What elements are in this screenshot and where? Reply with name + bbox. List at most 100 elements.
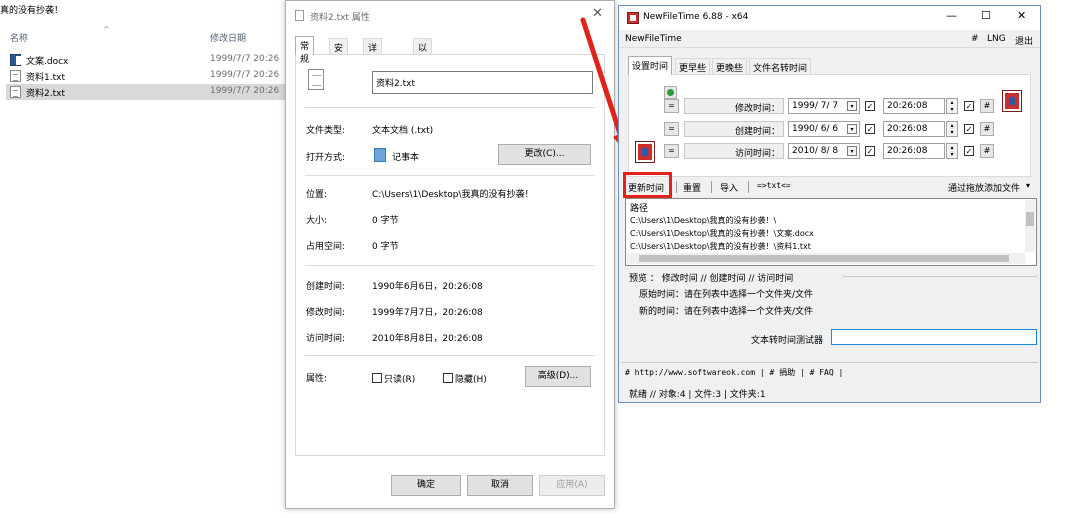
menu-hash[interactable]: # <box>971 34 979 44</box>
import-button[interactable]: 导入 <box>720 181 738 194</box>
ok-button[interactable]: 确定 <box>391 475 461 496</box>
column-header-date[interactable]: 修改日期 <box>210 31 246 44</box>
scroll-thumb[interactable] <box>639 255 1009 262</box>
readonly-checkbox[interactable] <box>372 373 382 383</box>
minimize-icon[interactable]: — <box>946 9 957 22</box>
text-file-icon <box>308 69 324 90</box>
hidden-checkbox[interactable] <box>443 373 453 383</box>
dialog-title: 资料2.txt 属性 <box>310 13 370 23</box>
cancel-button[interactable]: 取消 <box>467 475 533 496</box>
calendar-icon[interactable]: ▾ <box>847 146 857 156</box>
size-label: 大小: <box>306 216 328 226</box>
tab-details[interactable]: 详细信息 <box>363 38 383 93</box>
column-header-name[interactable]: 名称 <box>10 31 28 44</box>
dropdown-icon[interactable]: ▾ <box>1026 181 1030 190</box>
opens-with-value: 记事本 <box>392 153 420 163</box>
scroll-thumb[interactable] <box>1026 212 1034 226</box>
time-label: 访问时间： <box>684 143 784 159</box>
opens-with-label: 打开方式: <box>306 153 346 163</box>
text-to-time-tester-input[interactable] <box>831 329 1037 345</box>
accessed-label: 访问时间: <box>306 334 346 344</box>
file-name: 资料2.txt <box>26 89 65 99</box>
date-value: 2010/ 8/ 8 <box>792 146 839 156</box>
time-checkbox[interactable]: ✓ <box>964 124 974 134</box>
general-panel <box>295 54 605 456</box>
time-field[interactable]: 20:26:08 <box>883 98 945 114</box>
new-time-text: 新的时间：请在列表中选择一个文件夹/文件 <box>639 307 814 317</box>
hash-button[interactable]: # <box>980 99 994 113</box>
toolbar-separator <box>748 181 749 193</box>
equals-button[interactable]: = <box>664 122 679 136</box>
list-item[interactable]: C:\Users\1\Desktop\我真的没有抄袭！\ <box>630 215 776 226</box>
calendar-icon[interactable]: ▾ <box>847 124 857 134</box>
date-picker[interactable]: 2010/ 8/ 8 ▾ <box>788 143 860 159</box>
toolbar-separator <box>711 181 712 193</box>
hash-button[interactable]: # <box>980 144 994 158</box>
sort-indicator-icon: ^ <box>103 25 110 34</box>
time-field[interactable]: 20:26:08 <box>883 143 945 159</box>
tab-earlier[interactable]: 更早些 <box>675 58 711 74</box>
divider <box>305 175 595 176</box>
horizontal-scrollbar[interactable] <box>627 253 1025 264</box>
list-header-path: 路径 <box>630 204 649 214</box>
tab-set-time[interactable]: 设置时间 <box>628 56 673 75</box>
file-row-selected[interactable]: 资料2.txt 1999/7/7 20:26 <box>6 84 290 100</box>
file-row[interactable]: 资料1.txt 1999/7/7 20:26 <box>6 68 290 84</box>
accessed-value: 2010年8月8日，20:26:08 <box>372 334 483 344</box>
list-item[interactable]: C:\Users\1\Desktop\我真的没有抄袭！\资料1.txt <box>630 241 811 252</box>
status-bar: 就绪 // 对象:4 | 文件:3 | 文件夹:1 <box>621 384 1038 400</box>
maximize-icon[interactable]: ☐ <box>981 9 991 22</box>
calendar-icon[interactable]: ▾ <box>847 101 857 111</box>
file-row[interactable]: 文案.docx 1999/7/7 20:26 <box>6 52 290 68</box>
drag-add-files-button[interactable]: 通过拖放添加文件 <box>948 181 1020 194</box>
date-picker[interactable]: 1990/ 6/ 6 ▾ <box>788 121 860 137</box>
advanced-button[interactable]: 高级(D)... <box>525 366 591 387</box>
tab-security[interactable]: 安全 <box>329 38 349 67</box>
location-label: 位置: <box>306 190 328 200</box>
time-checkbox[interactable]: ✓ <box>964 146 974 156</box>
menu-language[interactable]: LNG <box>987 34 1006 44</box>
toolbar: 更新时间 重置 导入 =>txt<= 通过拖放添加文件 ▾ <box>619 178 1040 196</box>
menu-exit[interactable]: 退出 <box>1015 34 1033 47</box>
modified-value: 1999年7月7日，20:26:08 <box>372 308 483 318</box>
time-spinner[interactable]: ▴ ▾ <box>946 121 958 137</box>
equals-button[interactable]: = <box>664 99 679 113</box>
tab-general[interactable]: 常规 <box>295 36 315 65</box>
file-name-field[interactable]: 资料2.txt <box>372 71 593 94</box>
time-field[interactable]: 20:26:08 <box>883 121 945 137</box>
tab-previous-versions[interactable]: 以前的版本 <box>413 38 433 106</box>
time-spinner[interactable]: ▴ ▾ <box>946 143 958 159</box>
date-checkbox[interactable]: ✓ <box>865 101 875 111</box>
file-list[interactable]: 路径 C:\Users\1\Desktop\我真的没有抄袭！\ C:\Users… <box>625 198 1037 266</box>
date-checkbox[interactable]: ✓ <box>865 146 875 156</box>
word-doc-icon <box>10 54 21 66</box>
tab-filename-to-time[interactable]: 文件名转时间 <box>749 58 812 74</box>
equals-button[interactable]: = <box>664 144 679 158</box>
newfiletime-window: NewFileTime 6.88 - x64 — ☐ ✕ NewFileTime… <box>618 5 1041 403</box>
text-file-icon <box>10 70 21 82</box>
readonly-label: 只读(R) <box>384 375 416 385</box>
modified-label: 修改时间: <box>306 308 346 318</box>
list-item[interactable]: C:\Users\1\Desktop\我真的没有抄袭！\文案.docx <box>630 228 814 239</box>
links-text[interactable]: # http://www.softwareok.com | # 捐助 | # F… <box>625 367 843 378</box>
vertical-scrollbar[interactable] <box>1025 200 1035 252</box>
close-icon[interactable]: ✕ <box>1017 9 1026 22</box>
hash-button[interactable]: # <box>980 122 994 136</box>
links-bar: # http://www.softwareok.com | # 捐助 | # F… <box>621 362 1038 378</box>
menu-app[interactable]: NewFileTime <box>625 34 682 44</box>
time-checkbox[interactable]: ✓ <box>964 101 974 111</box>
date-checkbox[interactable]: ✓ <box>865 124 875 134</box>
time-spinner[interactable]: ▴ ▾ <box>946 98 958 114</box>
preview-header: 预览 ： 修改时间 // 创建时间 // 访问时间 <box>629 274 794 284</box>
tab-later[interactable]: 更晚些 <box>712 58 748 74</box>
file-date: 1999/7/7 20:26 <box>210 70 280 80</box>
file-date: 1999/7/7 20:26 <box>210 86 280 96</box>
txt-export-button[interactable]: =>txt<= <box>757 181 791 190</box>
original-time-text: 原始时间：请在列表中选择一个文件夹/文件 <box>639 290 814 300</box>
size-value: 0 字节 <box>372 216 399 226</box>
reset-button[interactable]: 重置 <box>683 181 701 194</box>
apply-button[interactable]: 应用(A) <box>539 475 605 496</box>
date-picker[interactable]: 1999/ 7/ 7 ▾ <box>788 98 860 114</box>
accessed-time-row: = 访问时间： 2010/ 8/ 8 ▾ ✓ 20:26:08 ▴ ▾ ✓ # <box>664 143 1004 159</box>
date-value: 1990/ 6/ 6 <box>792 124 839 134</box>
